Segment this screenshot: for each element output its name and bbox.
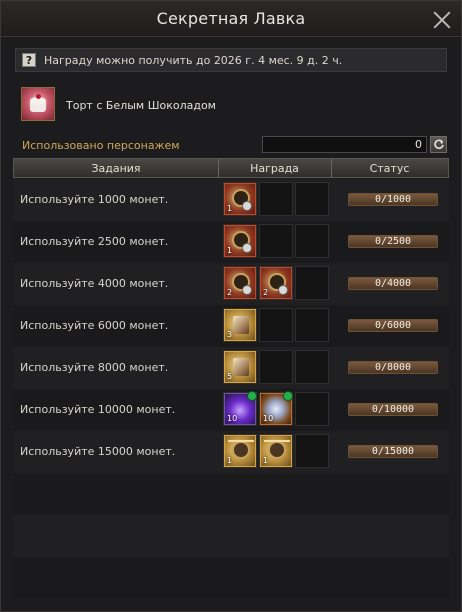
reward-slot [259,224,293,258]
reward-slot[interactable]: 5 [223,350,257,384]
reward-slot[interactable]: 1 [223,182,257,216]
item-row: Торт с Белым Шоколадом [15,84,447,128]
status-progress: 0/8000 [348,361,438,374]
sword-emblem-icon[interactable]: 2 [260,267,292,299]
header-reward: Награда [250,162,299,175]
reward-count: 2 [263,288,269,297]
task-text: Используйте 4000 монет. [20,277,169,290]
usage-label: Использовано персонажем [22,139,180,152]
status-progress: 0/4000 [348,277,438,290]
refresh-button[interactable] [430,136,447,153]
hammer-icon[interactable]: 5 [224,351,256,383]
reward-slot [295,392,329,426]
usage-value-field: 0 [262,136,427,153]
status-progress: 0/1000 [348,193,438,206]
reward-slot [259,308,293,342]
reward-slot [259,182,293,216]
reward-slot [295,308,329,342]
table-row: Используйте 8000 монет. 5 0/8000 [13,347,449,389]
reward-slot [295,182,329,216]
reward-count: 5 [227,372,233,381]
reward-slot [259,350,293,384]
close-icon[interactable] [433,10,451,28]
status-progress: 0/15000 [348,445,438,458]
reward-count: 10 [227,414,238,423]
deadline-notice: ? Награду можно получить до 2026 г. 4 ме… [15,48,447,72]
reward-slot [295,224,329,258]
reward-count: 1 [263,456,269,465]
reward-slot[interactable]: 10 [223,391,257,426]
sword-emblem-icon[interactable]: 1 [224,225,256,257]
empty-row [13,473,449,515]
reward-slot[interactable]: 2 [223,266,257,300]
shield-emblem-icon[interactable]: 1 [224,183,256,215]
reward-slot [295,266,329,300]
purple-crystal-icon[interactable]: 10 [224,391,257,425]
reward-slot [295,350,329,384]
cake-icon[interactable] [21,87,55,121]
reward-slot[interactable]: 3 [223,308,257,342]
reward-count: 1 [227,246,233,255]
item-name: Торт с Белым Шоколадом [66,99,216,112]
table-row: Используйте 10000 монет. 10 10 0/10000 [13,389,449,431]
reward-slot[interactable]: 1 [223,434,257,468]
status-progress: 0/6000 [348,319,438,332]
table-row: Используйте 4000 монет. 2 2 0/4000 [13,263,449,305]
title-bar: Секретная Лавка [1,1,461,37]
reward-slot[interactable]: 10 [259,391,293,426]
secret-shop-window: Секретная Лавка ? Награду можно получить… [0,0,462,612]
task-text: Используйте 15000 монет. [20,445,176,458]
reward-slot[interactable]: 1 [223,224,257,258]
coin-scroll-icon[interactable]: 10 [260,391,293,425]
header-task: Задания [91,162,141,175]
refresh-icon [434,139,444,149]
gold-arrow-emblem-icon[interactable]: 1 [224,435,256,467]
table-row: Используйте 15000 монет. 1 1 0/15000 [13,431,449,473]
task-text: Используйте 8000 монет. [20,361,169,374]
reward-slot[interactable]: 2 [259,266,293,300]
shield-emblem-icon[interactable]: 2 [224,267,256,299]
status-progress: 0/10000 [348,403,438,416]
reward-count: 1 [227,204,233,213]
task-text: Используйте 10000 монет. [20,403,176,416]
gold-arrow-emblem-icon[interactable]: 1 [260,435,292,467]
reward-count: 2 [227,288,233,297]
table-row: Используйте 2500 монет. 1 0/2500 [13,221,449,263]
window-title: Секретная Лавка [156,9,306,28]
status-progress: 0/2500 [348,235,438,248]
notice-text: Награду можно получить до 2026 г. 4 мес.… [44,54,343,67]
reward-slot[interactable]: 1 [259,434,293,468]
header-status: Статус [369,162,410,175]
hammer-icon[interactable]: 3 [224,309,256,341]
empty-row [13,557,449,599]
reward-slot [295,434,329,468]
reward-count: 3 [227,330,233,339]
reward-count: 10 [263,414,274,423]
task-text: Используйте 2500 монет. [20,235,169,248]
table-row: Используйте 6000 монет. 3 0/6000 [13,305,449,347]
table-header: Задания Награда Статус [13,158,449,178]
task-text: Используйте 1000 монет. [20,193,169,206]
reward-count: 1 [227,456,233,465]
question-icon[interactable]: ? [22,53,36,67]
task-text: Используйте 6000 монет. [20,319,169,332]
table-row: Используйте 1000 монет. 1 0/1000 [13,179,449,221]
empty-row [13,515,449,557]
